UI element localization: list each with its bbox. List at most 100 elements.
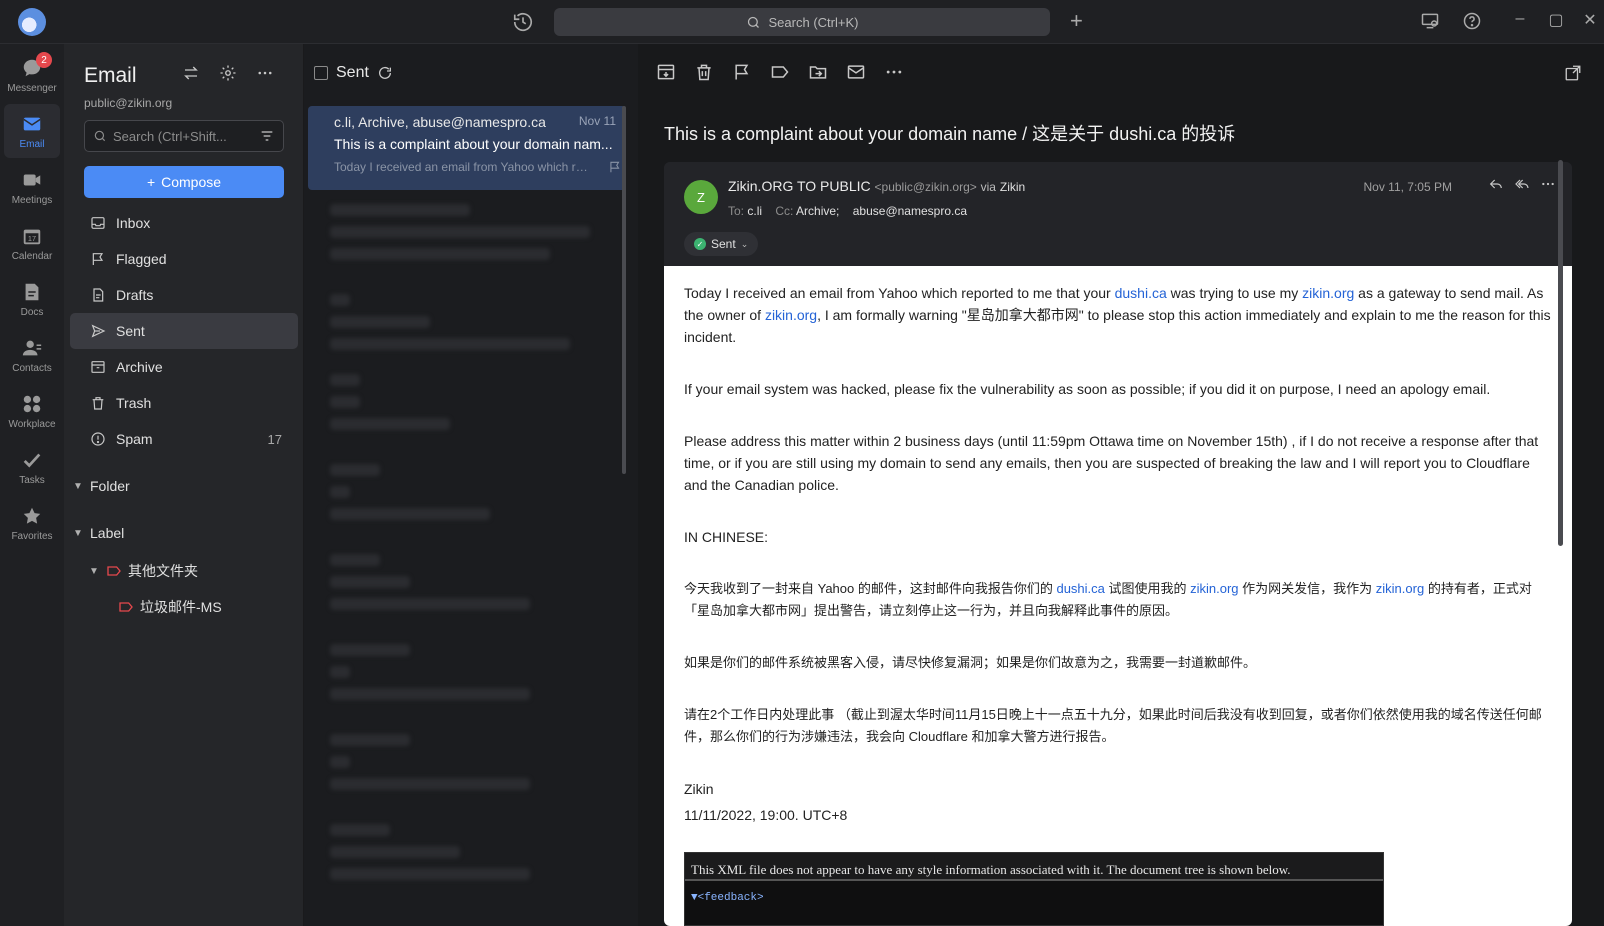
sent-status-dropdown[interactable]: ✓ Sent ⌄: [684, 232, 759, 256]
select-all-checkbox[interactable]: [314, 66, 328, 80]
rail-meetings[interactable]: Meetings: [4, 160, 60, 214]
list-item-subject: This is a complaint about your domain na…: [334, 136, 613, 152]
switch-account-icon[interactable]: [182, 64, 200, 82]
rail-email[interactable]: Email: [4, 104, 60, 158]
flag-icon[interactable]: [732, 62, 752, 82]
cc-recipient[interactable]: Archive;: [796, 204, 839, 218]
send-icon: [91, 324, 106, 338]
close-icon[interactable]: ✕: [1580, 10, 1600, 30]
compose-button[interactable]: + Compose: [84, 166, 284, 198]
body-text: 今天我收到了一封来自 Yahoo 的邮件，这封邮件向我报告你们的: [684, 581, 1057, 596]
folder-inbox[interactable]: Inbox: [70, 205, 298, 241]
list-item-blurred[interactable]: [330, 544, 630, 624]
folder-flagged[interactable]: Flagged: [70, 241, 298, 277]
settings-gear-icon[interactable]: [219, 64, 237, 82]
drafts-icon: [93, 288, 104, 302]
message-body: Today I received an email from Yahoo whi…: [664, 266, 1572, 926]
filter-icon[interactable]: [259, 128, 275, 144]
label-section-toggle[interactable]: ▼ Label: [72, 525, 124, 541]
global-search[interactable]: Search (Ctrl+K): [554, 8, 1050, 36]
svg-text:17: 17: [28, 234, 36, 243]
xml-tree-node[interactable]: ▼<feedback>: [685, 881, 1383, 915]
history-icon[interactable]: [512, 11, 534, 33]
folder-section-toggle[interactable]: ▼ Folder: [72, 478, 130, 494]
sender-avatar[interactable]: Z: [684, 180, 718, 214]
list-item-blurred[interactable]: [330, 194, 630, 274]
label-item-other[interactable]: ▼ 其他文件夹: [88, 561, 198, 581]
rail-messenger[interactable]: Messenger 2: [4, 48, 60, 102]
body-paragraph: Today I received an email from Yahoo whi…: [684, 282, 1552, 348]
rail-favorites[interactable]: Favorites: [4, 496, 60, 550]
list-item-blurred[interactable]: [330, 454, 630, 534]
reply-icon[interactable]: [1488, 176, 1504, 192]
minimize-icon[interactable]: –: [1510, 10, 1530, 28]
folder-spam[interactable]: Spam 17: [70, 421, 298, 457]
list-item-blurred[interactable]: [330, 634, 630, 714]
sender-line: Zikin.ORG TO PUBLIC <public@zikin.org> v…: [728, 178, 1025, 194]
body-link[interactable]: zikin.org: [1376, 581, 1424, 596]
folder-archive[interactable]: Archive: [70, 349, 298, 385]
folder-label: Archive: [116, 359, 163, 375]
archive-icon[interactable]: [656, 62, 676, 82]
new-tab-plus-icon[interactable]: +: [1070, 10, 1083, 32]
body-link[interactable]: zikin.org: [1302, 285, 1354, 301]
move-to-folder-icon[interactable]: [808, 62, 828, 82]
mark-read-icon[interactable]: [846, 62, 866, 82]
body-link[interactable]: dushi.ca: [1056, 581, 1104, 596]
archive-icon: [91, 361, 105, 373]
app-rail: Messenger 2 Email Meetings 17 Calendar D…: [0, 44, 64, 926]
to-recipient[interactable]: c.li: [747, 204, 762, 218]
folder-label: Sent: [116, 323, 145, 339]
label-section-label: Label: [90, 525, 125, 541]
caret-down-icon: ▼: [73, 480, 83, 492]
message-header: Z Zikin.ORG TO PUBLIC <public@zikin.org>…: [664, 162, 1572, 266]
user-avatar[interactable]: [18, 8, 46, 36]
recipients-line: To: c.li Cc: Archive; abuse@namespro.ca: [728, 204, 967, 218]
mail-search-input[interactable]: Search (Ctrl+Shift...: [84, 120, 284, 152]
trash-icon[interactable]: [694, 62, 714, 82]
compose-label: Compose: [161, 174, 222, 190]
search-icon: [747, 16, 759, 28]
flag-icon[interactable]: [608, 160, 622, 174]
pop-out-icon[interactable]: [1564, 64, 1582, 82]
message-card: Z Zikin.ORG TO PUBLIC <public@zikin.org>…: [664, 162, 1572, 926]
list-item-blurred[interactable]: [330, 284, 630, 364]
tag-icon[interactable]: [770, 62, 790, 82]
cc-recipient[interactable]: abuse@namespro.ca: [853, 204, 967, 218]
list-item-selected[interactable]: c.li, Archive, abuse@namespro.ca Nov 11 …: [308, 106, 626, 190]
rail-workplace[interactable]: Workplace: [4, 384, 60, 438]
rail-contacts-label: Contacts: [12, 362, 52, 374]
maximize-icon[interactable]: ▢: [1546, 10, 1566, 30]
account-address: public@zikin.org: [84, 96, 173, 110]
rail-tasks[interactable]: Tasks: [4, 440, 60, 494]
list-item-blurred[interactable]: [330, 724, 630, 804]
body-link[interactable]: zikin.org: [1190, 581, 1238, 596]
folder-drafts[interactable]: Drafts: [70, 277, 298, 313]
rail-meetings-label: Meetings: [11, 194, 53, 206]
body-link[interactable]: dushi.ca: [1115, 285, 1167, 301]
docs-icon: [25, 283, 39, 300]
screen-share-icon[interactable]: [1420, 11, 1440, 31]
rail-calendar[interactable]: 17 Calendar: [4, 216, 60, 270]
more-options-icon[interactable]: [256, 64, 274, 82]
mail-search-placeholder: Search (Ctrl+Shift...: [113, 128, 227, 144]
list-item-blurred[interactable]: [330, 364, 630, 444]
rail-docs[interactable]: Docs: [4, 272, 60, 326]
list-item-blurred[interactable]: [330, 814, 630, 894]
unread-badge: 2: [36, 52, 52, 68]
rail-favorites-label: Favorites: [11, 530, 53, 542]
sender-name[interactable]: Zikin.ORG TO PUBLIC: [728, 178, 871, 194]
help-icon[interactable]: [1462, 11, 1482, 31]
folder-sent[interactable]: Sent: [70, 313, 298, 349]
reply-all-icon[interactable]: [1514, 176, 1530, 192]
folder-trash[interactable]: Trash: [70, 385, 298, 421]
label-item-spam-ms[interactable]: 垃圾邮件-MS: [118, 597, 222, 617]
reader-scrollbar[interactable]: [1558, 160, 1563, 546]
rail-contacts[interactable]: Contacts: [4, 328, 60, 382]
body-link[interactable]: zikin.org: [765, 307, 817, 323]
list-scrollbar[interactable]: [622, 106, 626, 474]
plus-icon: +: [146, 174, 156, 190]
more-options-icon[interactable]: [884, 62, 904, 82]
refresh-icon[interactable]: [377, 65, 393, 81]
more-options-icon[interactable]: [1540, 176, 1556, 192]
